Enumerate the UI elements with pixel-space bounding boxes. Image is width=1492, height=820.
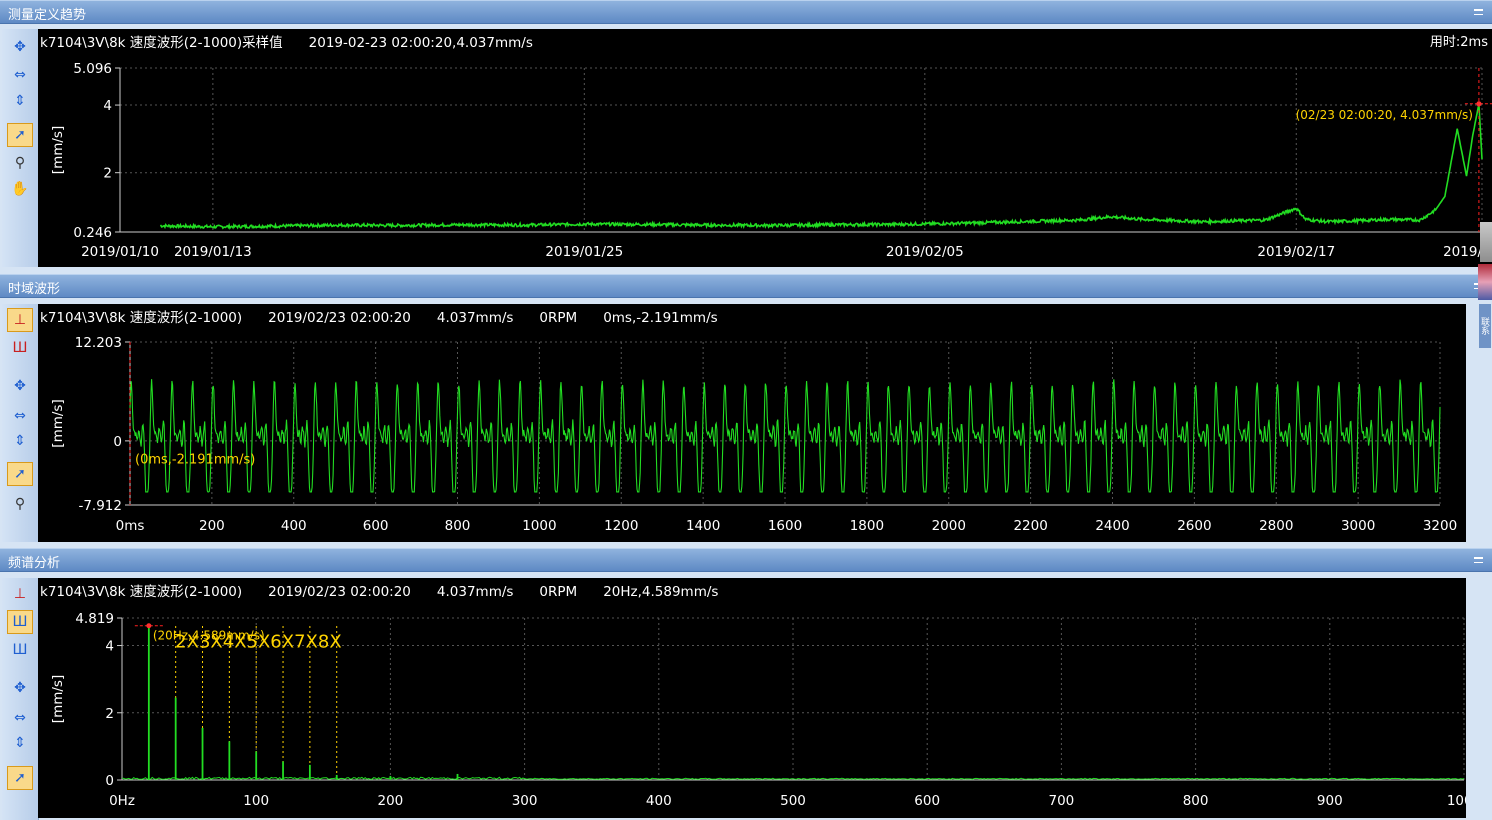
y-tick-label: 5.096: [73, 61, 112, 77]
x-tick-label: 2200: [1013, 518, 1047, 534]
x-tick-label: 1400: [686, 518, 720, 534]
waveform-titlebar: 时域波形: [0, 274, 1492, 298]
x-tick-label: 600: [363, 518, 389, 534]
trend-pane: 测量定义趋势 ✥ ⇔ ⇕ ➚ ⚲ ✋ k7104\3V\8k 速度波形(2-10…: [0, 0, 1492, 268]
move-all-icon[interactable]: ✥: [7, 676, 33, 700]
side-avatar: [1478, 264, 1492, 300]
y-tick-label: 4: [105, 639, 114, 655]
spectrum-title: 频谱分析: [8, 556, 61, 571]
move-vertical-icon[interactable]: ⇕: [7, 89, 33, 113]
x-tick-label: 1000: [522, 518, 556, 534]
cursor-multi-icon[interactable]: Ш: [7, 336, 33, 360]
x-tick-label: 0Hz: [109, 793, 135, 809]
sideband-cursor-icon[interactable]: Ш: [7, 638, 33, 662]
move-all-icon[interactable]: ✥: [7, 374, 33, 398]
x-tick-label: 2600: [1177, 518, 1211, 534]
harmonic-labels: 2X3X4X5X6X7X8X: [175, 632, 341, 653]
trend-titlebar: 测量定义趋势: [0, 0, 1492, 24]
harmonic-cursor-icon[interactable]: Ш: [7, 610, 33, 634]
x-tick-label: 200: [378, 793, 404, 809]
x-tick-label: 1200: [604, 518, 638, 534]
x-tick-label: 2019/01/13: [174, 244, 252, 260]
x-tick-label: 100: [243, 793, 269, 809]
x-tick-label: 400: [281, 518, 307, 534]
x-tick-label: 900: [1317, 793, 1343, 809]
x-tick-label: 400: [646, 793, 672, 809]
x-tick-label: 800: [445, 518, 471, 534]
x-tick-label: 2000: [932, 518, 966, 534]
spectrum-chart: 4.819 4 2 0 0Hz 100 200 300 400 500 600 700 800 900 10…: [50, 611, 1466, 809]
x-tick-label: 600: [914, 793, 940, 809]
spectrum-plot[interactable]: k7104\3V\8k 速度波形(2-1000) 2019/02/23 02:00…: [38, 578, 1466, 818]
cursor-single-icon[interactable]: ⊥: [7, 308, 33, 332]
side-label[interactable]: 联系: [1479, 304, 1491, 348]
trend-chart: 5.096 4 2 0.246 2019/01/10 2019/01/13 2019/01/…: [50, 61, 1492, 260]
move-horizontal-icon[interactable]: ⇔: [7, 706, 33, 730]
y-tick-label: 4.819: [75, 611, 114, 627]
pointer-icon[interactable]: ➚: [7, 123, 33, 147]
x-tick-label: 300: [512, 793, 538, 809]
x-tick-label: 1000: [1447, 793, 1466, 809]
cursor-label: (0ms,-2.191mm/s): [135, 453, 255, 468]
side-panel[interactable]: 联系: [1478, 222, 1492, 352]
x-tick-label: 1600: [768, 518, 802, 534]
y-axis-label: [mm/s]: [50, 126, 66, 174]
spectrum-titlebar: 频谱分析: [0, 548, 1492, 572]
x-tick-label: 3200: [1423, 518, 1457, 534]
pointer-icon[interactable]: ➚: [7, 462, 33, 486]
y-axis-label: [mm/s]: [50, 675, 66, 723]
waveform-toolbar: ⊥ Ш ✥ ⇔ ⇕ ➚ ⚲: [2, 304, 39, 542]
y-axis-label: [mm/s]: [50, 399, 66, 447]
y-tick-label: 4: [103, 98, 112, 114]
cursor-single-icon[interactable]: ⊥: [7, 582, 33, 606]
x-tick-label: 2800: [1259, 518, 1293, 534]
x-tick-label: 2019/01/25: [545, 244, 623, 260]
waveform-series-line: [129, 379, 1441, 493]
y-tick-label: 0.246: [73, 225, 112, 241]
x-tick-label: 2400: [1095, 518, 1129, 534]
move-horizontal-icon[interactable]: ⇔: [7, 63, 33, 87]
move-all-icon[interactable]: ✥: [7, 35, 33, 59]
move-vertical-icon[interactable]: ⇕: [7, 731, 33, 755]
pointer-icon[interactable]: ➚: [7, 766, 33, 790]
waveform-pane: 时域波形 ⊥ Ш ✥ ⇔ ⇕ ➚ ⚲ k7104\3V\8k 速度波形(2-10…: [0, 274, 1492, 542]
x-tick-label: 1800: [850, 518, 884, 534]
y-tick-label: 12.203: [75, 335, 122, 351]
hand-pan-icon[interactable]: ✋: [7, 177, 33, 201]
trend-plot[interactable]: k7104\3V\8k 速度波形(2-1000)采样值 2019-02-23 02…: [38, 29, 1492, 267]
waveform-title: 时域波形: [8, 282, 61, 297]
y-tick-label: 2: [103, 166, 112, 182]
spectrum-pane: 频谱分析 ⊥ Ш Ш ✥ ⇔ ⇕ ➚ k7104\3V\8k 速度波形(2-10…: [0, 548, 1492, 820]
x-tick-label: 3000: [1341, 518, 1375, 534]
cursor-marker: [146, 623, 152, 629]
trend-title: 测量定义趋势: [8, 8, 87, 23]
move-horizontal-icon[interactable]: ⇔: [7, 404, 33, 428]
y-tick-label: 2: [105, 706, 114, 722]
x-tick-label: 500: [780, 793, 806, 809]
y-tick-label: 0: [113, 434, 122, 450]
y-tick-label: 0: [105, 773, 114, 789]
minimize-icon[interactable]: [1474, 557, 1483, 563]
x-tick-label: 2019/02/17: [1257, 244, 1335, 260]
x-tick-label: 0ms: [116, 518, 145, 534]
y-tick-label: -7.912: [78, 498, 122, 514]
minimize-icon[interactable]: [1474, 9, 1483, 15]
waveform-chart: 12.203 0 -7.912 0ms 200 400 600 800 1000 1200 1400…: [50, 335, 1457, 534]
trend-toolbar: ✥ ⇔ ⇕ ➚ ⚲ ✋: [2, 29, 39, 267]
zoom-icon[interactable]: ⚲: [7, 492, 33, 516]
side-tab[interactable]: [1480, 222, 1492, 262]
cursor-marker: [1476, 101, 1482, 107]
x-tick-label: 800: [1183, 793, 1209, 809]
cursor-label: (02/23 02:00:20, 4.037mm/s): [1296, 108, 1473, 122]
move-vertical-icon[interactable]: ⇕: [7, 429, 33, 453]
spectrum-noise-line: [121, 776, 1465, 781]
zoom-icon[interactable]: ⚲: [7, 151, 33, 175]
x-tick-label: 200: [199, 518, 225, 534]
x-tick-label: 700: [1049, 793, 1075, 809]
x-tick-label: 2019/02/05: [886, 244, 964, 260]
waveform-plot[interactable]: k7104\3V\8k 速度波形(2-1000) 2019/02/23 02:00…: [38, 304, 1466, 542]
spectrum-toolbar: ⊥ Ш Ш ✥ ⇔ ⇕ ➚: [2, 578, 39, 820]
x-tick-label: 2019/01/10: [81, 244, 159, 260]
trend-series-line: [160, 103, 1483, 230]
